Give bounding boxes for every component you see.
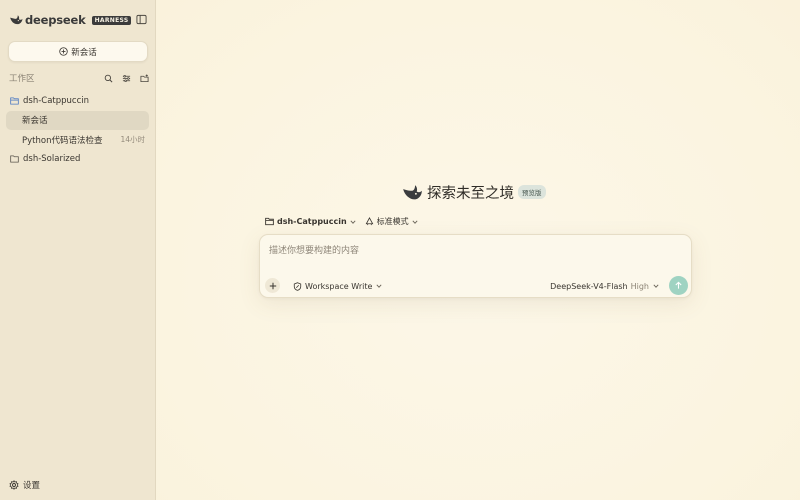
hero: 探索未至之境 预览版 (402, 181, 546, 203)
search-icon[interactable] (104, 74, 113, 83)
arrow-up-icon (675, 281, 682, 289)
session-label: 新会话 (22, 116, 48, 127)
plus-circle-icon (59, 47, 68, 56)
new-chat-label: 新会话 (71, 47, 97, 58)
session-time: 14小时 (120, 135, 145, 145)
session-row-python[interactable]: Python代码语法检查 14小时 (6, 130, 149, 150)
workspace-selector-label: dsh-Catppuccin (277, 217, 347, 226)
workspace-title: 工作区 (9, 74, 35, 84)
plus-icon (269, 282, 276, 289)
session-label: Python代码语法检查 (22, 135, 103, 146)
folder-label: dsh-Solarized (23, 154, 81, 165)
chevron-down-icon (376, 284, 382, 288)
preview-badge: 预览版 (518, 185, 546, 199)
hero-title: 探索未至之境 (427, 185, 514, 202)
chevron-down-icon (412, 219, 418, 224)
settings-label: 设置 (23, 481, 41, 491)
folder-open-icon (10, 97, 19, 105)
session-row-new[interactable]: 新会话 (6, 110, 149, 130)
chevron-down-icon (653, 284, 659, 288)
sidebar-toggle-icon[interactable] (136, 14, 147, 25)
whale-logo-icon (10, 15, 23, 25)
brand-badge: HARNESS (91, 15, 132, 25)
new-chat-button[interactable]: 新会话 (8, 41, 148, 62)
folder-open-icon (265, 217, 274, 226)
folder-label: dsh-Catppuccin (23, 95, 90, 106)
permission-label: Workspace Write (305, 281, 373, 291)
attach-button[interactable] (265, 278, 280, 293)
prompt-input[interactable] (269, 243, 679, 259)
recycle-icon (365, 217, 373, 226)
gear-icon (9, 480, 19, 490)
mode-selector-label: 标准模式 (376, 217, 409, 226)
model-name: DeepSeek-V4-Flash (550, 281, 628, 291)
settings-button[interactable]: 设置 (9, 479, 40, 491)
composer: Workspace Write DeepSeek-V4-Flash High (259, 234, 692, 298)
context-row: dsh-Catppuccin 标准模式 (265, 215, 418, 228)
whale-logo-icon (403, 184, 422, 199)
send-button[interactable] (669, 276, 688, 295)
permission-selector[interactable]: Workspace Write (293, 280, 382, 292)
folder-row-solarized[interactable]: dsh-Solarized (6, 150, 149, 170)
workspace-tools (104, 73, 149, 83)
workspace-selector[interactable]: dsh-Catppuccin (265, 217, 356, 226)
folder-icon (10, 155, 19, 163)
sidebar: deepseek HARNESS 新会话 工作区 dsh-Catppuccin … (0, 0, 156, 500)
new-folder-icon[interactable] (140, 73, 149, 83)
folder-row-catppuccin[interactable]: dsh-Catppuccin (6, 91, 149, 111)
brand-name: deepseek (25, 13, 86, 27)
mode-selector[interactable]: 标准模式 (365, 216, 418, 227)
model-selector[interactable]: DeepSeek-V4-Flash High (550, 280, 659, 292)
filter-icon[interactable] (122, 74, 131, 83)
chevron-down-icon (350, 219, 356, 224)
workspace-tree: dsh-Catppuccin 新会话 Python代码语法检查 14小时 dsh… (6, 91, 149, 169)
workspace-header: 工作区 (9, 72, 149, 84)
effort-level: High (630, 281, 649, 291)
brand: deepseek HARNESS (9, 13, 132, 27)
main-area: 探索未至之境 预览版 dsh-Catppuccin 标准模式 描述你想要构建的内… (156, 0, 800, 500)
shield-edit-icon (293, 281, 302, 291)
